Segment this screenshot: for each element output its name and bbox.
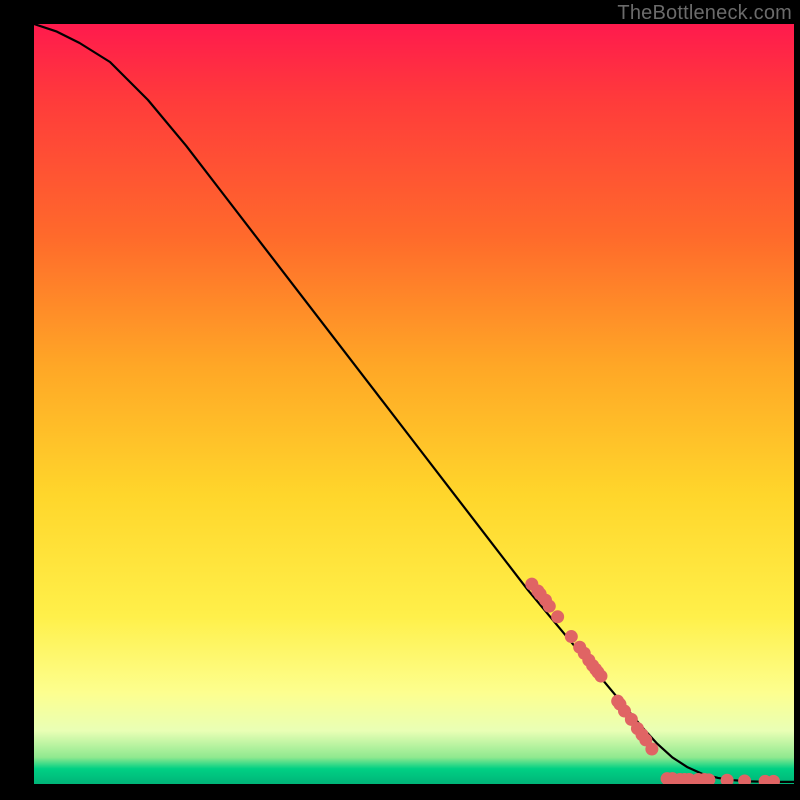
curve-layer bbox=[34, 24, 794, 784]
data-point bbox=[543, 600, 556, 613]
data-points-group bbox=[525, 578, 780, 784]
bottleneck-curve bbox=[34, 24, 794, 782]
chart-root: TheBottleneck.com bbox=[0, 0, 800, 800]
plot-area bbox=[34, 24, 794, 784]
data-point bbox=[738, 774, 751, 784]
data-point bbox=[551, 610, 564, 623]
data-point bbox=[565, 630, 578, 643]
attribution-label: TheBottleneck.com bbox=[617, 2, 792, 25]
data-point bbox=[721, 774, 734, 784]
data-point bbox=[594, 670, 607, 683]
data-point bbox=[645, 743, 658, 756]
